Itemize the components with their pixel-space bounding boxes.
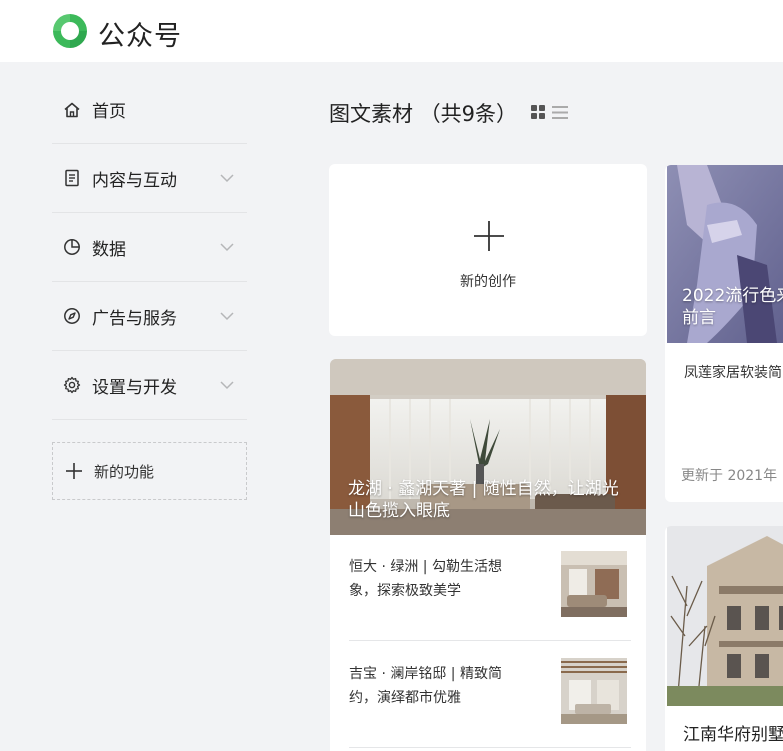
list-item[interactable]: 恒大 · 绿洲 | 勾勒生活想象，探索极致美学 — [349, 535, 631, 641]
article-cover-image[interactable] — [667, 526, 783, 706]
article-cover-image[interactable]: 2022流行色来袭前言 — [667, 165, 783, 343]
article-card[interactable]: 龙湖 · 蠡湖天著 | 随性自然，让湖光山色揽入眼底 恒大 · 绿洲 | 勾勒生… — [330, 359, 646, 751]
list-view-icon[interactable] — [552, 106, 568, 119]
sidebar-item-settings[interactable]: 设置与开发 — [52, 351, 247, 420]
sidebar-item-label: 首页 — [92, 102, 126, 122]
new-creation-label: 新的创作 — [460, 274, 516, 290]
sidebar-item-content[interactable]: 内容与互动 — [52, 144, 247, 213]
new-feature-button[interactable]: 新的功能 — [52, 442, 247, 500]
article-thumbnail — [561, 551, 627, 617]
sidebar-item-ads[interactable]: 广告与服务 — [52, 282, 247, 351]
sidebar-item-label: 设置与开发 — [92, 377, 177, 398]
logo-icon — [53, 14, 87, 48]
new-creation-card[interactable]: 新的创作 — [329, 164, 647, 336]
sub-article-title: 凤莲家居软装简 — [684, 365, 782, 381]
app-title: 公众号 — [98, 21, 182, 52]
sub-article-title: 恒大 · 绿洲 | 勾勒生活想象，探索极致美学 — [349, 559, 502, 599]
article-card[interactable]: 江南华府别墅 — [665, 526, 783, 751]
new-feature-label: 新的功能 — [94, 462, 155, 481]
document-icon — [65, 169, 79, 187]
chevron-down-icon — [220, 174, 234, 183]
plus-icon — [474, 221, 504, 251]
article-title: 江南华府别墅 — [683, 725, 783, 745]
pie-chart-icon — [64, 239, 80, 255]
sidebar-item-data[interactable]: 数据 — [52, 213, 247, 282]
home-icon — [64, 102, 80, 117]
page-title: 图文素材 （共9条） — [329, 102, 518, 126]
article-thumbnail — [561, 658, 627, 724]
sub-article-title: 吉宝 · 澜岸铭邸 | 精致简约，演绎都市优雅 — [349, 666, 502, 706]
sidebar: 首页 内容与互动 数据 广告与服务 设置与开发 新的功能 — [52, 76, 247, 500]
chevron-down-icon — [220, 243, 234, 252]
top-bar: 公众号 — [0, 0, 783, 62]
list-item[interactable]: 吉宝 · 澜岸铭邸 | 精致简约，演绎都市优雅 — [349, 642, 631, 748]
article-card[interactable]: 2022流行色来袭前言 凤莲家居软装简 更新于 2021年 — [665, 165, 783, 502]
sidebar-item-label: 内容与互动 — [92, 170, 177, 191]
sidebar-item-home[interactable]: 首页 — [52, 76, 247, 144]
article-cover-image[interactable]: 龙湖 · 蠡湖天著 | 随性自然，让湖光山色揽入眼底 — [330, 359, 646, 535]
chevron-down-icon — [220, 312, 234, 321]
article-cover-title: 龙湖 · 蠡湖天著 | 随性自然，让湖光山色揽入眼底 — [348, 479, 619, 521]
chevron-down-icon — [220, 381, 234, 390]
plus-icon — [66, 463, 82, 479]
grid-view-icon[interactable] — [531, 105, 545, 119]
gear-icon — [63, 376, 81, 394]
sidebar-item-label: 数据 — [92, 239, 126, 260]
article-cover-title: 2022流行色来袭前言 — [682, 286, 783, 328]
sidebar-item-label: 广告与服务 — [92, 308, 177, 329]
updated-time: 更新于 2021年 — [681, 468, 778, 484]
compass-icon — [64, 308, 80, 324]
villa-photo — [667, 526, 783, 706]
